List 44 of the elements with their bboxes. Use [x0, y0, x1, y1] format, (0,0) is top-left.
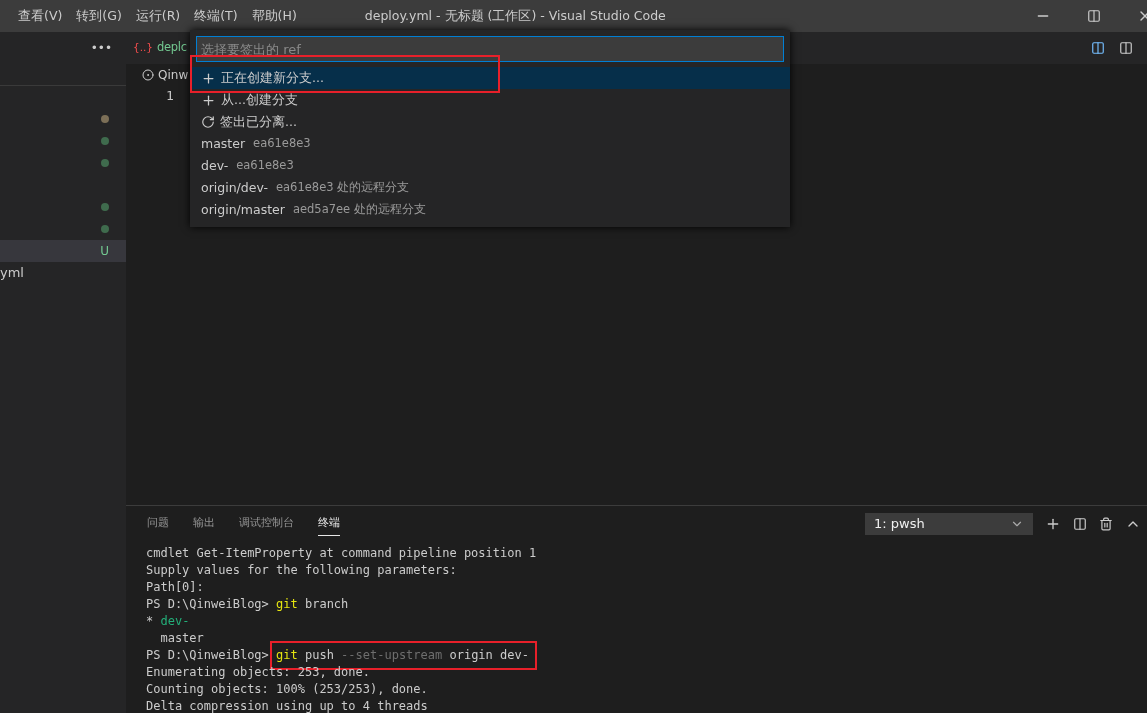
panel-tab[interactable]: 问题: [147, 511, 169, 536]
quick-pick-item[interactable]: 正在创建新分支...: [190, 67, 790, 89]
plus-icon: [201, 70, 216, 86]
terminal-line: PS D:\QinweiBlog> git branch: [146, 596, 349, 613]
status-letter: U: [100, 243, 109, 260]
trash-icon[interactable]: [1099, 516, 1113, 531]
more-actions[interactable]: •••: [90, 39, 112, 57]
terminal-line: Path[0]:: [146, 579, 204, 596]
quick-pick-item[interactable]: 签出已分离...: [190, 111, 790, 133]
terminal-dropdown[interactable]: 1: pwsh: [865, 512, 1033, 535]
menu-item[interactable]: 查看(V): [18, 6, 63, 26]
json-file-icon: {..}: [133, 40, 154, 56]
line-number: 1: [166, 87, 174, 105]
terminal-line: Supply values for the following parameters:: [146, 562, 457, 579]
panel-tab[interactable]: 输出: [193, 511, 215, 536]
breadcrumb-icon: [142, 69, 154, 81]
quick-pick-item[interactable]: master ea61e8e3: [190, 133, 790, 155]
window-title: deploy.yml - 无标题 (工作区) - Visual Studio Code: [364, 6, 666, 25]
terminal-line: Counting objects: 100% (253/253), done.: [146, 681, 428, 698]
search-field[interactable]: 选择要签出的 ref: [196, 36, 784, 62]
quick-pick-item[interactable]: origin/master aed5a7ee 处的远程分支: [190, 199, 790, 221]
terminal-line: PS D:\QinweiBlog>: [146, 647, 270, 664]
menu-item[interactable]: 转到(G): [76, 6, 122, 26]
file-name: yml: [0, 264, 24, 283]
terminal-line: Delta compression using up to 4 threads: [146, 698, 428, 713]
split-terminal-icon[interactable]: [1073, 516, 1087, 531]
split-editor-icon[interactable]: [1119, 41, 1133, 55]
sidebar-item[interactable]: U: [0, 240, 126, 262]
refresh-icon: [201, 115, 215, 129]
terminal-line: cmdlet Get-ItemProperty at command pipeline position 1: [146, 545, 537, 562]
terminal-line: * dev-: [146, 613, 190, 630]
quick-pick-item[interactable]: 从...创建分支: [190, 89, 790, 111]
quick-pick-item[interactable]: origin/dev- ea61e8e3 处的远程分支: [190, 177, 790, 199]
menu-item[interactable]: 运行(R): [135, 6, 181, 26]
plus-icon: [201, 92, 216, 108]
sidebar-item[interactable]: yml: [0, 262, 126, 284]
panel-tab[interactable]: 终端: [318, 511, 340, 536]
terminal-line: master: [159, 630, 204, 647]
menu-item[interactable]: 帮助(H): [251, 6, 297, 26]
breadcrumb[interactable]: Qinw: [158, 66, 189, 84]
panel-tab[interactable]: 调试控制台: [239, 511, 294, 536]
editor-tab[interactable]: deplc: [157, 39, 187, 57]
menu-item[interactable]: 终端(T): [194, 6, 238, 26]
quick-pick-item[interactable]: dev- ea61e8e3: [190, 155, 790, 177]
